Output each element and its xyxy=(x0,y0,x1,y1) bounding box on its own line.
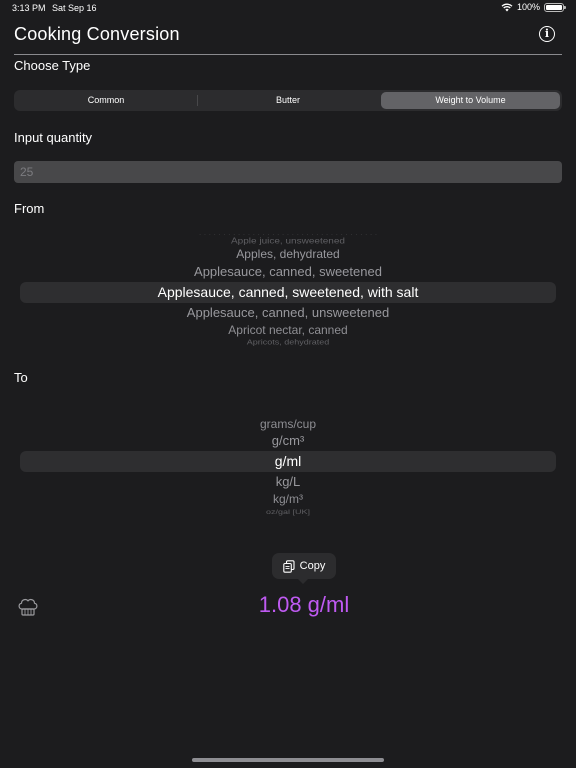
from-label: From xyxy=(14,201,45,216)
segment-butter[interactable]: Butter xyxy=(198,92,378,109)
battery-percent: 100% xyxy=(516,2,540,12)
status-date: Sat Sep 16 xyxy=(52,3,97,13)
info-icon[interactable]: i xyxy=(539,26,555,42)
from-picker-row[interactable]: Apricots, dehydrated xyxy=(20,338,556,346)
copy-button[interactable]: Copy xyxy=(272,553,336,579)
from-picker-row[interactable]: Apples, dehydrated xyxy=(20,247,556,261)
from-picker[interactable]: · · · · · · · · · · · · · · · · · · · · … xyxy=(0,0,576,768)
to-picker-row[interactable]: kg/m³ xyxy=(20,492,556,506)
to-picker-row[interactable]: oz/gal [UK] xyxy=(20,509,556,516)
to-picker[interactable]: grams/cup g/cm³ g/ml kg/L kg/m³ oz/gal [… xyxy=(0,0,576,768)
to-picker-row[interactable]: kg/L xyxy=(20,474,556,489)
segment-weight-to-volume[interactable]: Weight to Volume xyxy=(381,92,560,109)
from-picker-row[interactable]: Applesauce, canned, unsweetened xyxy=(20,305,556,320)
copy-button-label: Copy xyxy=(299,560,326,572)
copy-callout-arrow xyxy=(297,578,309,584)
battery-icon xyxy=(544,2,566,12)
choose-type-label: Choose Type xyxy=(14,58,91,73)
to-picker-row-selected[interactable]: g/ml xyxy=(20,453,556,469)
home-indicator[interactable] xyxy=(192,758,384,762)
from-picker-selection xyxy=(20,282,556,303)
page-title: Cooking Conversion xyxy=(14,24,180,44)
to-picker-row[interactable]: g/cm³ xyxy=(20,433,556,448)
copy-icon xyxy=(282,559,295,573)
result-value[interactable]: 1.08 g/ml xyxy=(180,592,428,618)
status-bar: 3:13 PM Sat Sep 16 100% xyxy=(0,0,576,18)
from-picker-row[interactable]: Apple juice, unsweetened xyxy=(20,237,556,246)
to-picker-row[interactable]: grams/cup xyxy=(20,417,556,431)
to-picker-selection xyxy=(20,451,556,472)
quantity-input[interactable]: 25 xyxy=(14,161,562,183)
from-picker-row[interactable]: Apricot nectar, canned xyxy=(20,323,556,337)
type-segmented-control: Common Butter Weight to Volume xyxy=(14,90,562,111)
chef-hat-icon[interactable] xyxy=(17,597,39,617)
from-picker-row-selected[interactable]: Applesauce, canned, sweetened, with salt xyxy=(20,284,556,300)
input-quantity-label: Input quantity xyxy=(14,130,93,145)
segment-common[interactable]: Common xyxy=(16,92,196,109)
to-label: To xyxy=(14,370,28,385)
from-picker-row-faint: · · · · · · · · · · · · · · · · · · · · … xyxy=(198,230,378,239)
wifi-icon xyxy=(501,3,513,11)
from-picker-row[interactable]: Applesauce, canned, sweetened xyxy=(20,264,556,279)
status-time: 3:13 PM xyxy=(12,3,46,13)
header-divider xyxy=(14,54,562,55)
